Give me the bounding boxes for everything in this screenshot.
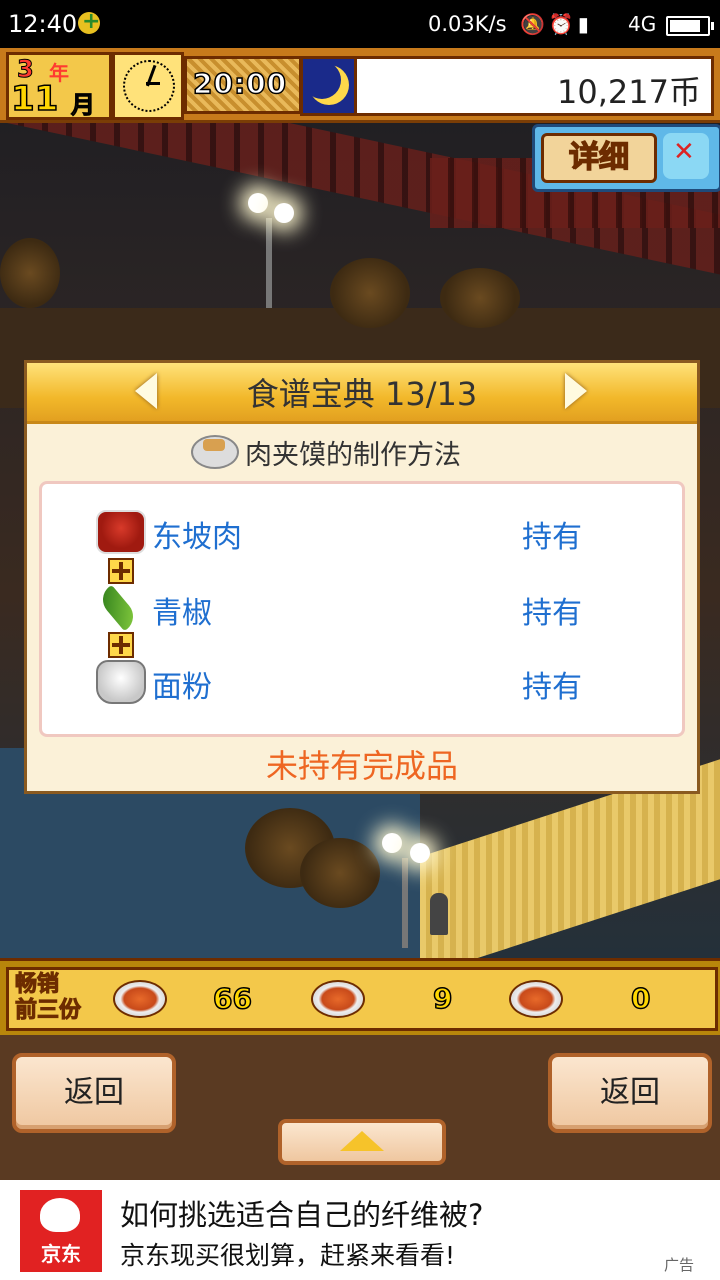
expand-menu-button[interactable] bbox=[278, 1119, 446, 1165]
dialog-title: 食谱宝典 13/13 bbox=[246, 375, 478, 413]
stir-fry-dish-icon bbox=[311, 980, 365, 1018]
clock-icon bbox=[112, 52, 184, 120]
braised-pork-icon bbox=[96, 510, 146, 554]
rabbit-mascot-icon bbox=[663, 133, 709, 179]
ingredients-panel: 东坡肉 持有 青椒 持有 面粉 持有 bbox=[39, 481, 685, 737]
money-display: 10,217币 bbox=[354, 56, 714, 116]
status-bar: 12:40 0.03K/s 🔕⏰▮ 4G bbox=[0, 0, 720, 48]
status-time: 12:40 bbox=[8, 10, 78, 38]
bestseller-label-line2: 前三份 bbox=[15, 998, 82, 1024]
moon-icon bbox=[303, 61, 349, 105]
ingredient-row: 东坡肉 持有 bbox=[42, 504, 682, 564]
money-amount: 10,217币 bbox=[557, 73, 701, 111]
ad-subline[interactable]: 京东现买很划算，赶紧来看看! bbox=[120, 1236, 455, 1272]
dialog-title-bar: 食谱宝典 13/13 bbox=[27, 363, 697, 424]
ingredient-status: 持有 bbox=[522, 520, 582, 555]
result-status: 未持有完成品 bbox=[265, 747, 458, 785]
lamp-light bbox=[382, 833, 402, 853]
customer-sprite bbox=[430, 893, 448, 935]
ingredient-row: 青椒 持有 bbox=[42, 580, 682, 640]
lamp-light bbox=[274, 203, 294, 223]
top-hud: 3 年 11 月 20:00 10,217币 bbox=[0, 48, 720, 123]
tree bbox=[440, 268, 520, 328]
game-time-text: 20:00 bbox=[192, 66, 288, 101]
jd-dog-icon bbox=[40, 1198, 80, 1232]
ingredient-status: 持有 bbox=[522, 596, 582, 631]
ad-brand: 京东 bbox=[41, 1242, 81, 1266]
ad-headline[interactable]: 如何挑选适合自己的纤维被? bbox=[120, 1192, 483, 1234]
recipe-book-dialog: 食谱宝典 13/13 肉夹馍的制作方法 东坡肉 持有 青椒 持有 面粉 持有 未… bbox=[24, 360, 700, 794]
up-arrow-icon bbox=[340, 1131, 384, 1151]
ingredient-row: 面粉 持有 bbox=[42, 654, 682, 714]
ingredient-name: 东坡肉 bbox=[152, 520, 242, 555]
bestseller-count: 9 bbox=[432, 981, 453, 1016]
night-indicator bbox=[300, 56, 358, 116]
network-type: 4G bbox=[628, 12, 657, 36]
green-pepper-icon bbox=[96, 584, 140, 632]
back-button-left[interactable]: 返回 bbox=[12, 1053, 176, 1133]
flour-sack-icon bbox=[96, 660, 146, 704]
month-unit: 月 bbox=[71, 91, 96, 120]
recipe-name: 肉夹馍的制作方法 bbox=[245, 440, 461, 471]
game-time: 20:00 bbox=[184, 56, 302, 114]
bestseller-panel: 畅销 前三份 66 9 0 bbox=[6, 967, 718, 1031]
calendar-date: 3 年 11 月 bbox=[6, 52, 112, 120]
tree bbox=[300, 838, 380, 908]
bottom-nav: 返回 返回 bbox=[0, 1035, 720, 1180]
ad-banner[interactable]: 京东 如何挑选适合自己的纤维被? 京东现买很划算，赶紧来看看! 广告 bbox=[0, 1180, 720, 1280]
ad-tag: 广告 bbox=[664, 1256, 695, 1274]
app-notification-icon bbox=[78, 9, 100, 34]
bestseller-count: 0 bbox=[630, 981, 651, 1016]
lamp-light bbox=[410, 843, 430, 863]
ingredient-status: 持有 bbox=[522, 670, 582, 705]
detail-button[interactable]: 详细 bbox=[532, 124, 720, 192]
bestseller-label: 畅销 前三份 bbox=[15, 972, 93, 1024]
bestseller-bar: 畅销 前三份 66 9 0 bbox=[0, 958, 720, 1035]
month-number: 11 bbox=[10, 78, 59, 120]
street-lamp bbox=[402, 858, 408, 948]
status-icons: 🔕⏰▮ bbox=[520, 12, 593, 36]
dessert-dish-icon bbox=[509, 980, 563, 1018]
roast-fish-dish-icon bbox=[113, 980, 167, 1018]
dish-plate-icon bbox=[191, 435, 239, 469]
lamp-light bbox=[248, 193, 268, 213]
detail-button-label: 详细 bbox=[541, 133, 657, 183]
bestseller-label-line1: 畅销 bbox=[15, 972, 60, 998]
battery-icon bbox=[666, 16, 714, 36]
tree bbox=[330, 258, 410, 328]
back-button-right[interactable]: 返回 bbox=[548, 1053, 712, 1133]
street-lamp bbox=[266, 218, 272, 308]
tree bbox=[0, 238, 60, 308]
network-speed: 0.03K/s bbox=[428, 12, 507, 36]
bestseller-count: 66 bbox=[212, 981, 252, 1016]
clock-minute-hand bbox=[146, 82, 160, 85]
jd-logo[interactable]: 京东 bbox=[20, 1190, 102, 1272]
ingredient-name: 面粉 bbox=[152, 670, 212, 705]
ingredient-name: 青椒 bbox=[152, 596, 212, 631]
next-page-arrow-icon[interactable] bbox=[565, 373, 587, 409]
